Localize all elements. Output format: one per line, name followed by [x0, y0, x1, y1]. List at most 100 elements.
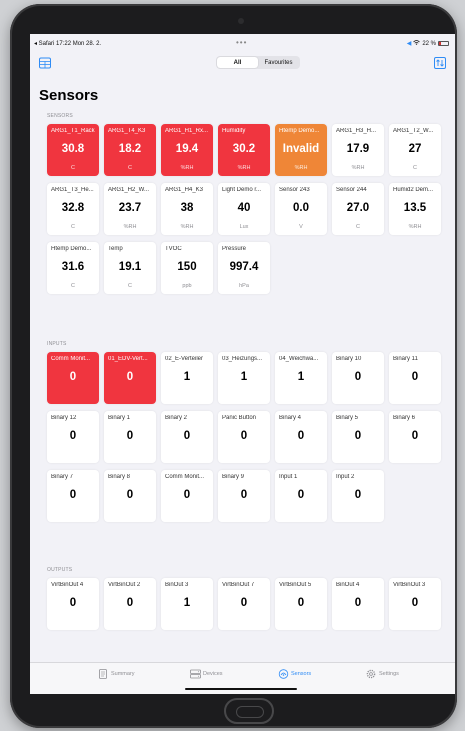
server-icon	[190, 669, 201, 679]
input-tile-01-edv-vert[interactable]: 01_EDV-Vert... 0	[104, 352, 156, 404]
input-tile-02-e-verteiler[interactable]: 02_E-Verteiler 1	[161, 352, 213, 404]
input-tile-binary-4[interactable]: Binary 4 0	[275, 411, 327, 463]
tile-value: 19.1	[118, 261, 142, 273]
status-carrier: ◂ Safari	[34, 41, 55, 47]
tile-unit: %RH	[180, 165, 194, 171]
status-time: 17:22	[56, 41, 72, 47]
sensor-tile-arg1-t1-rack[interactable]: ARG1_T1_Rack 30.8 C	[47, 124, 99, 176]
tile-name: Htemp Demo...	[51, 246, 92, 252]
input-tile-input-2[interactable]: Input 2 0	[332, 470, 384, 522]
tile-name: VirtBinOut 2	[108, 582, 141, 588]
tile-value: 0	[126, 597, 134, 609]
output-tile-virtbinout-3[interactable]: VirtBinOut 3 0	[389, 578, 441, 630]
sensor-tile-arg1-t3-he[interactable]: ARG1_T3_He... 32.8 C	[47, 183, 99, 235]
tile-value: 13.5	[403, 202, 427, 214]
sensor-tile-arg1-h2-w[interactable]: ARG1_H2_W... 23.7 %RH	[104, 183, 156, 235]
tile-value: 0	[69, 597, 77, 609]
tile-name: ARG1_T2_W...	[393, 128, 434, 134]
tile-name: Binary 8	[108, 474, 131, 480]
sensor-tile-pressure[interactable]: Pressure 997.4 hPa	[218, 242, 270, 294]
input-tile-binary-8[interactable]: Binary 8 0	[104, 470, 156, 522]
tile-unit: C	[71, 283, 75, 289]
tile-name: Binary 1	[108, 415, 131, 421]
sensor-tile-htemp-demo[interactable]: Htemp Demo... Invalid %RH	[275, 124, 327, 176]
output-tile-virtbinout-4[interactable]: VirtBinOut 4 0	[47, 578, 99, 630]
input-tile-comm-monit[interactable]: Comm Monit... 0	[47, 352, 99, 404]
tile-name: Light Demo r...	[222, 187, 262, 193]
input-tile-03-heizungs[interactable]: 03_Heizungs... 1	[218, 352, 270, 404]
tab-sensors[interactable]: Sensors	[278, 669, 311, 679]
sensor-tile-htemp-demo[interactable]: Htemp Demo... 31.6 C	[47, 242, 99, 294]
home-button[interactable]	[224, 698, 274, 724]
tile-name: Sensor 243	[279, 187, 310, 193]
output-tile-binout-4[interactable]: BinOut 4 0	[332, 578, 384, 630]
sensor-tile-arg1-h3-h[interactable]: ARG1_H3_H... 17.9 %RH	[332, 124, 384, 176]
input-tile-binary-7[interactable]: Binary 7 0	[47, 470, 99, 522]
sort-icon[interactable]	[434, 56, 446, 69]
tile-value: 0	[240, 489, 248, 501]
input-tile-binary-2[interactable]: Binary 2 0	[161, 411, 213, 463]
sensor-tile-tvoc[interactable]: TVOC 150 ppb	[161, 242, 213, 294]
sensor-tile-light-demo-r[interactable]: Light Demo r... 40 Lux	[218, 183, 270, 235]
sensor-tile-arg1-t2-w[interactable]: ARG1_T2_W... 27 C	[389, 124, 441, 176]
tile-unit: %RH	[237, 165, 251, 171]
input-tile-binary-10[interactable]: Binary 10 0	[332, 352, 384, 404]
input-tile-binary-12[interactable]: Binary 12 0	[47, 411, 99, 463]
tile-name: Temp	[108, 246, 123, 252]
tile-name: 03_Heizungs...	[222, 356, 263, 362]
tile-unit: %RH	[123, 224, 137, 230]
tile-value: 0	[69, 430, 77, 442]
tile-value: 0	[240, 597, 248, 609]
tile-value: 1	[183, 597, 191, 609]
input-tile-binary-9[interactable]: Binary 9 0	[218, 470, 270, 522]
document-icon	[98, 669, 108, 679]
input-tile-binary-6[interactable]: Binary 6 0	[389, 411, 441, 463]
tile-unit: %RH	[294, 165, 308, 171]
tile-value: 997.4	[229, 261, 259, 273]
status-date: Mon 28. 2.	[72, 41, 102, 47]
tile-name: Binary 2	[165, 415, 188, 421]
tile-value: 150	[177, 261, 197, 273]
input-tile-input-1[interactable]: Input 1 0	[275, 470, 327, 522]
status-left: ◂ Safari 17:22 Mon 28. 2.	[34, 40, 101, 47]
sensor-tile-temp[interactable]: Temp 19.1 C	[104, 242, 156, 294]
grid-icon[interactable]	[39, 56, 51, 69]
tile-name: BinOut 4	[336, 582, 360, 588]
sensor-tile-humidity[interactable]: Humidity 30.2 %RH	[218, 124, 270, 176]
tile-value: 1	[183, 371, 191, 383]
output-tile-virtbinout-5[interactable]: VirtBinOut 5 0	[275, 578, 327, 630]
segment-all[interactable]: All	[217, 57, 258, 68]
input-tile-04-weichwa[interactable]: 04_Weichwa... 1	[275, 352, 327, 404]
output-tile-binout-3[interactable]: BinOut 3 1	[161, 578, 213, 630]
input-tile-binary-11[interactable]: Binary 11 0	[389, 352, 441, 404]
sensor-tile-humid2-dem[interactable]: Humid2 Dem... 13.5 %RH	[389, 183, 441, 235]
sensor-tile-arg1-t4-k3[interactable]: ARG1_T4_K3 18.2 C	[104, 124, 156, 176]
input-tile-comm-monit[interactable]: Comm Monit... 0	[161, 470, 213, 522]
tile-unit: C	[128, 283, 132, 289]
tile-value: 32.8	[61, 202, 85, 214]
output-tile-virtbinout-7[interactable]: VirtBinOut 7 0	[218, 578, 270, 630]
tab-devices-label: Devices	[203, 671, 223, 677]
tile-name: Binary 5	[336, 415, 359, 421]
tile-unit: C	[128, 165, 132, 171]
sensor-tile-arg1-h4-k3[interactable]: ARG1_H4_K3 38 %RH	[161, 183, 213, 235]
tab-settings-label: Settings	[379, 671, 399, 677]
multitasking-dots[interactable]: •••	[236, 38, 247, 47]
input-tile-panic-button[interactable]: Panic Button 0	[218, 411, 270, 463]
tile-value: 0	[411, 430, 419, 442]
sensor-tile-arg1-h1-rx[interactable]: ARG1_H1_Rx... 19.4 %RH	[161, 124, 213, 176]
tile-value: 0	[297, 430, 305, 442]
tile-name: 02_E-Verteiler	[165, 356, 204, 362]
tile-name: VirtBinOut 7	[222, 582, 255, 588]
output-tile-virtbinout-2[interactable]: VirtBinOut 2 0	[104, 578, 156, 630]
input-tile-binary-5[interactable]: Binary 5 0	[332, 411, 384, 463]
tab-settings[interactable]: Settings	[366, 669, 399, 679]
tile-value: 1	[240, 371, 248, 383]
tab-summary[interactable]: Summary	[98, 669, 135, 679]
segment-favourites[interactable]: Favourites	[258, 57, 299, 68]
tile-value: 0	[354, 371, 362, 383]
sensor-tile-sensor-243[interactable]: Sensor 243 0.0 V	[275, 183, 327, 235]
tab-devices[interactable]: Devices	[190, 669, 223, 679]
sensor-tile-sensor-244[interactable]: Sensor 244 27.0 C	[332, 183, 384, 235]
input-tile-binary-1[interactable]: Binary 1 0	[104, 411, 156, 463]
